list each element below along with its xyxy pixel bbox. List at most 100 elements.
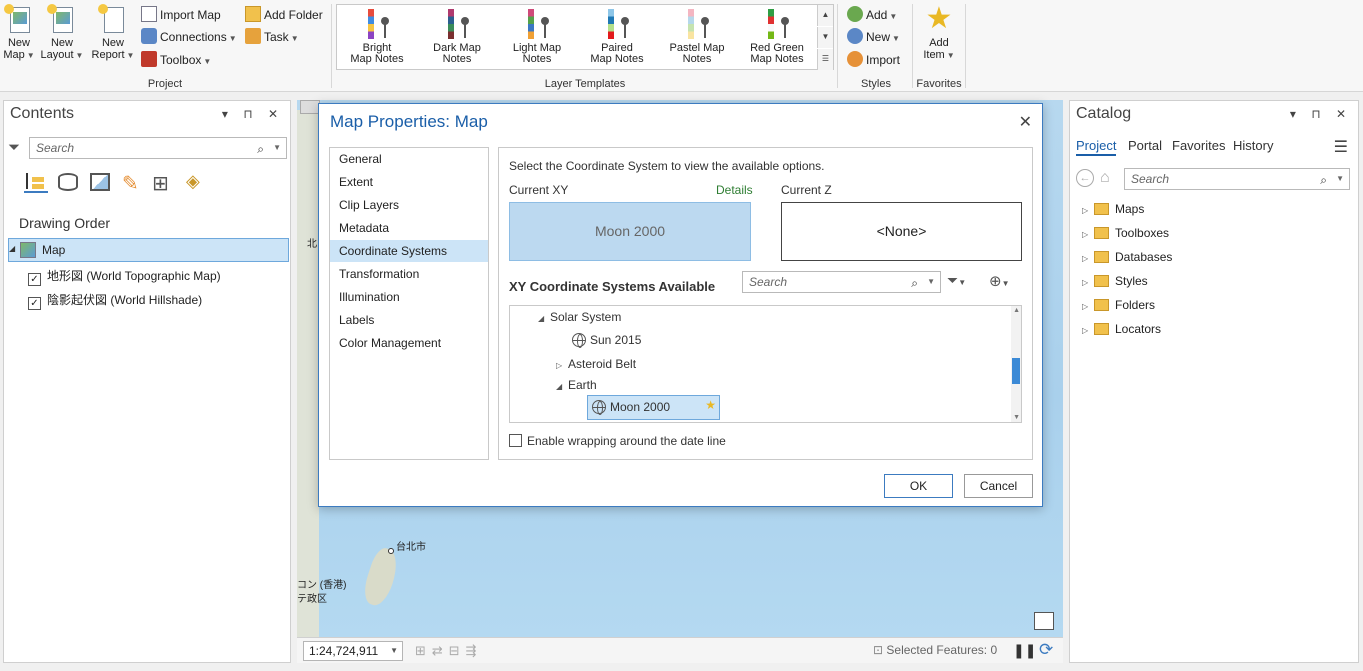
tab-project[interactable]: Project xyxy=(1076,138,1117,156)
coordinate-search-input[interactable]: Search ⌕ ▼ xyxy=(742,271,941,293)
details-link[interactable]: Details xyxy=(716,183,753,197)
selected-features-indicator[interactable]: ⊡ Selected Features: 0 xyxy=(873,643,997,657)
search-icon[interactable]: ⌕ xyxy=(1320,170,1327,190)
search-icon[interactable]: ⌕ xyxy=(257,139,264,159)
nav-metadata[interactable]: Metadata xyxy=(330,217,488,239)
search-icon[interactable]: ⌕ xyxy=(911,273,918,293)
layer-template-item[interactable]: Dark Map Notes xyxy=(417,9,497,65)
collapse-icon[interactable]: ◢ xyxy=(556,382,568,391)
expand-icon[interactable]: ▷ xyxy=(1082,278,1094,287)
catalog-pane-controls[interactable]: ▾ ⊓ ✕ xyxy=(1290,107,1352,121)
expand-icon[interactable]: ▷ xyxy=(556,361,568,370)
chevron-down-icon[interactable]: ▼ xyxy=(1336,169,1344,189)
expand-icon[interactable]: ▷ xyxy=(1082,230,1094,239)
tab-favorites[interactable]: Favorites xyxy=(1172,138,1225,153)
chevron-down-icon[interactable]: ▼ xyxy=(273,138,281,158)
collapse-icon[interactable]: ◢ xyxy=(9,244,15,253)
import-style-button[interactable]: Import xyxy=(847,50,900,70)
connections-button[interactable]: Connections ▼ xyxy=(141,27,237,47)
add-folder-button[interactable]: Add Folder xyxy=(245,5,323,25)
list-by-labeling-icon[interactable]: ◈ xyxy=(186,171,200,192)
nav-general[interactable]: General xyxy=(330,148,488,170)
scale-selector[interactable]: 1:24,724,911 ▼ xyxy=(303,641,403,661)
tree-scrollbar[interactable]: ▲ ▼ xyxy=(1011,306,1021,422)
tree-node-sun[interactable]: Sun 2015 xyxy=(572,333,641,348)
tree-node-asteroid-belt[interactable]: ▷ Asteroid Belt xyxy=(556,357,636,371)
ok-button[interactable]: OK xyxy=(884,474,953,498)
expand-icon[interactable]: ▷ xyxy=(1082,254,1094,263)
navigation-tools[interactable]: ⊞⇄⊟⇶ xyxy=(415,643,483,659)
tab-history[interactable]: History xyxy=(1233,138,1273,153)
new-layout-button[interactable]: New Layout ▼ xyxy=(40,4,84,62)
close-icon[interactable]: ✕ xyxy=(1019,112,1032,132)
filter-icon[interactable]: ⏷ xyxy=(8,139,20,156)
cancel-button[interactable]: Cancel xyxy=(964,474,1033,498)
expand-icon[interactable]: ▷ xyxy=(1082,326,1094,335)
list-by-selection-icon[interactable] xyxy=(90,173,110,191)
filter-icon[interactable]: ⏷▼ xyxy=(947,272,966,289)
list-by-editing-icon[interactable]: ✎ xyxy=(122,171,139,196)
scroll-up-icon[interactable]: ▲ xyxy=(1013,307,1020,314)
gallery-scroll-down[interactable]: ▼ xyxy=(817,27,833,48)
pause-drawing-icon[interactable]: ❚❚ xyxy=(1013,642,1036,659)
scroll-down-icon[interactable]: ▼ xyxy=(1013,414,1020,421)
chevron-down-icon[interactable]: ▼ xyxy=(390,642,398,660)
scrollbar-thumb[interactable] xyxy=(1012,358,1020,384)
tree-node-earth[interactable]: ◢ Earth xyxy=(556,378,597,392)
list-by-drawing-order-icon[interactable] xyxy=(24,171,48,193)
nav-transformation[interactable]: Transformation xyxy=(330,263,488,285)
map-tree-item[interactable]: ◢ Map xyxy=(8,238,289,262)
back-icon[interactable]: ← xyxy=(1076,169,1094,187)
list-by-data-source-icon[interactable] xyxy=(58,173,78,191)
nav-labels[interactable]: Labels xyxy=(330,309,488,331)
map-notes-icon[interactable] xyxy=(1034,612,1054,630)
expand-icon[interactable]: ▷ xyxy=(1082,206,1094,215)
list-by-snapping-icon[interactable]: ⊞ xyxy=(152,171,169,196)
toolbox-button[interactable]: Toolbox ▼ xyxy=(141,50,211,70)
catalog-search-input[interactable]: Search ⌕ ▼ xyxy=(1124,168,1350,190)
contents-search-input[interactable]: Search ⌕ ▼ xyxy=(29,137,287,159)
nav-illumination[interactable]: Illumination xyxy=(330,286,488,308)
menu-icon[interactable]: ☰ xyxy=(1334,137,1348,157)
contents-pane-controls[interactable]: ▾ ⊓ ✕ xyxy=(222,107,284,121)
home-icon[interactable]: ⌂ xyxy=(1100,169,1110,187)
catalog-item-databases[interactable]: ▷ Databases xyxy=(1082,250,1172,264)
nav-extent[interactable]: Extent xyxy=(330,171,488,193)
catalog-item-folders[interactable]: ▷ Folders xyxy=(1082,298,1155,312)
nav-color-management[interactable]: Color Management xyxy=(330,332,488,354)
task-button[interactable]: Task ▼ xyxy=(245,27,299,47)
favorite-star-icon[interactable]: ★ xyxy=(705,398,716,412)
new-style-button[interactable]: New ▼ xyxy=(847,27,900,47)
catalog-item-maps[interactable]: ▷ Maps xyxy=(1082,202,1144,216)
chevron-down-icon[interactable]: ▼ xyxy=(927,272,935,292)
layer-item[interactable]: ✓ 陰影起伏図 (World Hillshade) xyxy=(28,291,202,310)
new-report-button[interactable]: New Report ▼ xyxy=(90,4,136,62)
layer-template-item[interactable]: Bright Map Notes xyxy=(337,9,417,65)
map-view-tab[interactable] xyxy=(300,100,320,114)
tree-node-solar-system[interactable]: ◢ Solar System xyxy=(538,310,621,324)
layer-template-item[interactable]: Red Green Map Notes xyxy=(737,9,817,65)
current-z-box[interactable]: <None> xyxy=(781,202,1022,261)
refresh-icon[interactable]: ⟳ xyxy=(1039,640,1053,660)
layer-item[interactable]: ✓ 地形図 (World Topographic Map) xyxy=(28,267,221,286)
layer-visibility-checkbox[interactable]: ✓ xyxy=(28,273,41,286)
expand-icon[interactable]: ▷ xyxy=(1082,302,1094,311)
current-xy-box[interactable]: Moon 2000 xyxy=(509,202,751,261)
tree-node-moon[interactable]: Moon 2000 ★ xyxy=(587,395,720,420)
add-item-button[interactable]: ★ Add Item ▼ xyxy=(921,4,957,62)
gallery-expand[interactable]: ☰ xyxy=(817,49,833,70)
wrap-dateline-checkbox[interactable] xyxy=(509,434,522,447)
add-style-button[interactable]: Add ▼ xyxy=(847,5,897,25)
tab-portal[interactable]: Portal xyxy=(1128,138,1162,153)
layer-template-item[interactable]: Paired Map Notes xyxy=(577,9,657,65)
nav-clip-layers[interactable]: Clip Layers xyxy=(330,194,488,216)
import-map-button[interactable]: Import Map xyxy=(141,5,221,25)
catalog-item-styles[interactable]: ▷ Styles xyxy=(1082,274,1148,288)
catalog-item-locators[interactable]: ▷ Locators xyxy=(1082,322,1161,336)
nav-coordinate-systems[interactable]: Coordinate Systems xyxy=(330,240,488,262)
gallery-scroll-up[interactable]: ▲ xyxy=(817,5,833,26)
layer-visibility-checkbox[interactable]: ✓ xyxy=(28,297,41,310)
add-coordinate-system-icon[interactable]: ⊕▼ xyxy=(989,272,1010,290)
collapse-icon[interactable]: ◢ xyxy=(538,314,550,323)
layer-template-item[interactable]: Pastel Map Notes xyxy=(657,9,737,65)
